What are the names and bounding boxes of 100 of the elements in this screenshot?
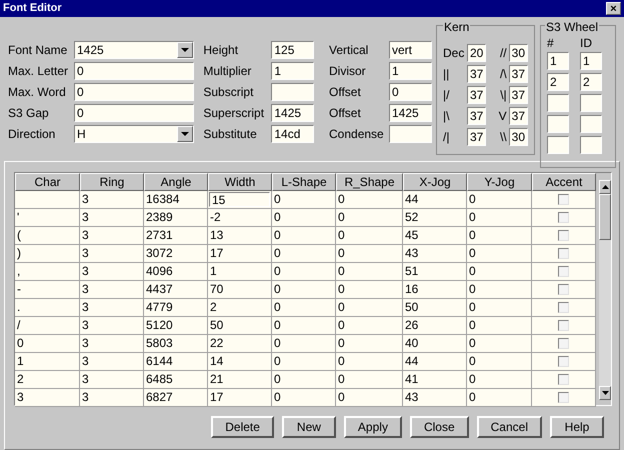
table-cell: 0	[272, 371, 336, 389]
scroll-down-button[interactable]	[599, 386, 611, 400]
table-cell: 17	[208, 245, 272, 263]
column-header[interactable]: Accent	[532, 173, 596, 191]
table-cell: 3	[80, 371, 144, 389]
checkbox[interactable]	[558, 212, 569, 223]
table-cell: 5803	[144, 335, 208, 353]
table-cell: 0	[467, 389, 532, 407]
input-field[interactable]: 30	[508, 44, 528, 62]
checkbox[interactable]	[558, 356, 569, 367]
input-field[interactable]: 37	[466, 106, 486, 124]
input-field[interactable]: 37	[508, 64, 528, 82]
input-field[interactable]	[389, 124, 432, 142]
dialog-button[interactable]: New	[282, 416, 336, 438]
close-button[interactable]: ×	[606, 2, 621, 15]
checkbox[interactable]	[558, 320, 569, 331]
input-field[interactable]: 37	[508, 86, 528, 104]
table-cell: 17	[208, 389, 272, 407]
input-field[interactable]: 0	[74, 104, 194, 122]
checkbox[interactable]	[558, 392, 569, 403]
input-field[interactable]	[547, 94, 569, 112]
field-label: S3 Gap	[8, 104, 50, 122]
input-field[interactable]	[580, 114, 602, 132]
table-cell: 22	[208, 335, 272, 353]
input-field[interactable]: 1425	[389, 104, 432, 122]
column-header[interactable]: Y-Jog	[467, 173, 532, 191]
column-header[interactable]: R_Shape	[336, 173, 403, 191]
column-header[interactable]: Width	[208, 173, 272, 191]
checkbox[interactable]	[558, 338, 569, 349]
table-cell: 0	[336, 191, 403, 209]
table-cell	[15, 191, 80, 209]
table-cell: 0	[467, 227, 532, 245]
input-field[interactable]: 0	[389, 82, 432, 100]
table-cell: 3	[80, 209, 144, 227]
input-field[interactable]: 37	[466, 128, 486, 146]
input-field[interactable]: 1	[580, 52, 602, 70]
dialog-button[interactable]: Cancel	[476, 416, 542, 438]
table-cell: 0	[467, 299, 532, 317]
input-field[interactable]: 2	[547, 72, 569, 90]
table-cell: 3	[80, 281, 144, 299]
input-field[interactable]: 1	[389, 62, 432, 80]
input-field[interactable]: 37	[466, 64, 486, 82]
dropdown-button[interactable]	[177, 42, 193, 58]
checkbox[interactable]	[558, 194, 569, 205]
checkbox[interactable]	[558, 248, 569, 259]
input-field[interactable]: 0	[74, 62, 194, 80]
column-header[interactable]: L-Shape	[272, 173, 336, 191]
dropdown-field[interactable]: H	[74, 124, 194, 142]
input-field[interactable]: 14cd	[271, 124, 314, 142]
table-cell: 2389	[144, 209, 208, 227]
column-header[interactable]: X-Jog	[403, 173, 467, 191]
input-field[interactable]	[547, 136, 569, 154]
input-field[interactable]: 1425	[271, 104, 314, 122]
dialog-button[interactable]: Help	[550, 416, 604, 438]
scroll-up-button[interactable]	[599, 180, 611, 194]
table-cell: 0	[272, 335, 336, 353]
cell-editor[interactable]: 15	[209, 192, 270, 207]
table-cell: 44	[403, 353, 467, 371]
table-cell: 0	[272, 389, 336, 407]
column-header[interactable]: Ring	[80, 173, 144, 191]
table-cell: 3	[80, 389, 144, 407]
checkbox[interactable]	[558, 230, 569, 241]
table-cell: 0	[272, 227, 336, 245]
table-cell: 14	[208, 353, 272, 371]
checkbox[interactable]	[558, 374, 569, 385]
input-field[interactable]: 37	[508, 106, 528, 124]
table-cell: 1	[208, 263, 272, 281]
table-cell: 44	[403, 191, 467, 209]
input-field[interactable]: 30	[508, 128, 528, 146]
dropdown-button[interactable]	[177, 126, 193, 142]
input-field[interactable]	[580, 94, 602, 112]
table-cell: 6144	[144, 353, 208, 371]
dialog-button[interactable]: Delete	[211, 416, 274, 438]
input-field[interactable]: 125	[271, 40, 314, 58]
input-field[interactable]: 1	[271, 62, 314, 80]
dialog-button[interactable]: Close	[410, 416, 469, 438]
checkbox[interactable]	[558, 266, 569, 277]
scrollbar[interactable]	[599, 180, 611, 400]
table-cell: (	[15, 227, 80, 245]
input-field[interactable]	[580, 136, 602, 154]
checkbox[interactable]	[558, 302, 569, 313]
input-field[interactable]: 20	[466, 44, 486, 62]
column-header[interactable]: Char	[15, 173, 80, 191]
input-field[interactable]	[271, 82, 314, 100]
checkbox[interactable]	[558, 284, 569, 295]
table-cell: 0	[467, 317, 532, 335]
table-cell: 4437	[144, 281, 208, 299]
input-field[interactable]: vert	[389, 40, 432, 58]
input-field[interactable]	[547, 114, 569, 132]
table-cell: 40	[403, 335, 467, 353]
column-header[interactable]: Angle	[144, 173, 208, 191]
field-label: Multiplier	[203, 62, 252, 80]
scroll-thumb[interactable]	[599, 194, 611, 240]
input-field[interactable]: 37	[466, 86, 486, 104]
table-cell: 50	[208, 317, 272, 335]
dropdown-field[interactable]: 1425	[74, 40, 194, 58]
input-field[interactable]: 1	[547, 52, 569, 70]
input-field[interactable]: 0	[74, 82, 194, 100]
dialog-button[interactable]: Apply	[344, 416, 402, 438]
input-field[interactable]: 2	[580, 72, 602, 90]
